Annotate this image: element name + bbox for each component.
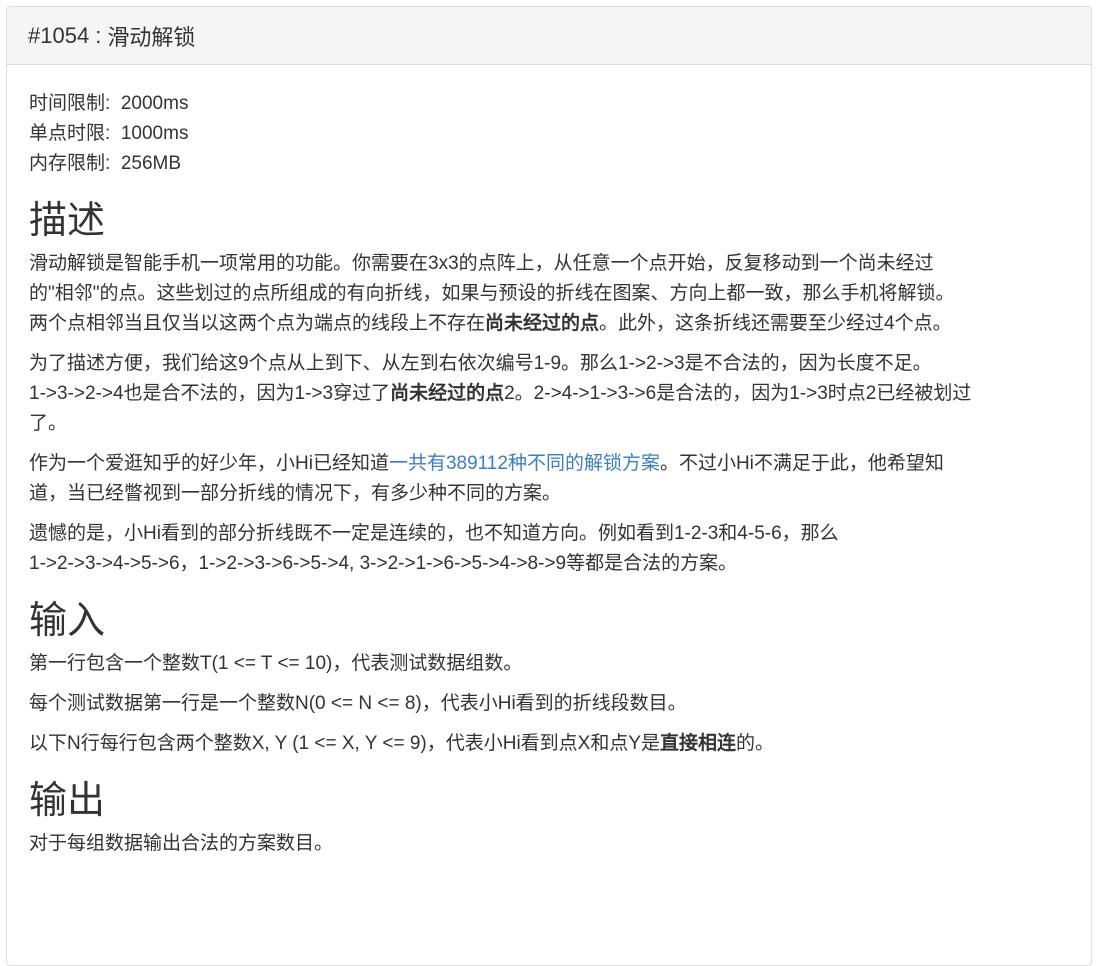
description-paragraph-4: 遗憾的是，小Hi看到的部分折线既不一定是连续的，也不知道方向。例如看到1-2-3… bbox=[29, 519, 1069, 579]
description-paragraph-2: 为了描述方便，我们给这9个点从上到下、从左到右依次编号1-9。那么1->2->3… bbox=[29, 349, 1069, 439]
panel-heading: #1054 : 滑动解锁 bbox=[7, 7, 1091, 65]
desc-p3-line1a: 作为一个爱逛知乎的好少年，小Hi已经知道 bbox=[29, 453, 389, 474]
input-p3c: 的。 bbox=[736, 733, 775, 754]
output-paragraph-1: 对于每组数据输出合法的方案数目。 bbox=[29, 833, 334, 854]
desc-p2-line1: 为了描述方便，我们给这9个点从上到下、从左到右依次编号1-9。那么1->2->3… bbox=[29, 353, 932, 374]
output-heading: 输出 bbox=[29, 780, 106, 822]
single-limit-value: 1000ms bbox=[120, 123, 189, 144]
memory-limit-value: 256MB bbox=[120, 153, 182, 174]
input-paragraph-3: 以下N行每行包含两个整数X, Y (1 <= X, Y <= 9)，代表小Hi看… bbox=[29, 729, 1069, 759]
description-paragraph-1: 滑动解锁是智能手机一项常用的功能。你需要在3x3的点阵上，从任意一个点开始，反复… bbox=[29, 249, 1069, 339]
desc-p2-bold: 尚未经过的点 bbox=[390, 383, 505, 404]
desc-p2-line2c: 2。2->4->1->3->6是合法的，因为1->3时点2已经被划过 bbox=[504, 383, 972, 404]
input-p3-bold: 直接相连 bbox=[660, 733, 737, 754]
single-limit-label: 单点时限: bbox=[29, 123, 111, 144]
memory-limit-label: 内存限制: bbox=[29, 153, 111, 174]
time-limit: 时间限制: 2000ms bbox=[29, 89, 1069, 119]
problem-id: #1054 bbox=[28, 22, 90, 48]
desc-p1-line2: 的"相邻"的点。这些划过的点所组成的有向折线，如果与预设的折线在图案、方向上都一… bbox=[29, 283, 955, 304]
desc-p1-line1: 滑动解锁是智能手机一项常用的功能。你需要在3x3的点阵上，从任意一个点开始，反复… bbox=[29, 253, 934, 274]
description-paragraph-3: 作为一个爱逛知乎的好少年，小Hi已经知道一共有389112种不同的解锁方案。不过… bbox=[29, 449, 1069, 509]
problem-title: 滑动解锁 bbox=[107, 24, 196, 50]
desc-p2-line3: 了。 bbox=[29, 413, 68, 434]
memory-limit: 内存限制: 256MB bbox=[29, 149, 1069, 179]
desc-p1-line3a: 两个点相邻当且仅当以这两个点为端点的线段上不存在 bbox=[29, 313, 486, 334]
panel-body: 时间限制: 2000ms 单点时限: 1000ms 内存限制: 256MB 描述… bbox=[7, 65, 1091, 859]
desc-p4-line2: 1->2->3->4->5->6，1->2->3->6->5->4, 3->2-… bbox=[29, 553, 738, 574]
time-limit-label: 时间限制: bbox=[29, 93, 111, 114]
input-p3a: 以下N行每行包含两个整数X, Y (1 <= X, Y <= 9)，代表小Hi看… bbox=[29, 733, 661, 754]
unlock-count-link[interactable]: 一共有389112种不同的解锁方案 bbox=[389, 453, 660, 474]
desc-p1-bold: 尚未经过的点 bbox=[485, 313, 600, 334]
title-separator: : bbox=[95, 22, 102, 48]
input-heading: 输入 bbox=[29, 600, 106, 642]
input-paragraph-1: 第一行包含一个整数T(1 <= T <= 10)，代表测试数据组数。 bbox=[29, 653, 523, 674]
time-limit-value: 2000ms bbox=[120, 93, 189, 114]
desc-p1-line3c: 。此外，这条折线还需要至少经过4个点。 bbox=[599, 313, 952, 334]
description-heading: 描述 bbox=[29, 200, 106, 242]
input-paragraph-2: 每个测试数据第一行是一个整数N(0 <= N <= 8)，代表小Hi看到的折线段… bbox=[29, 693, 687, 714]
desc-p4-line1: 遗憾的是，小Hi看到的部分折线既不一定是连续的，也不知道方向。例如看到1-2-3… bbox=[29, 523, 839, 544]
desc-p3-line1b: 。不过小Hi不满足于此，他希望知 bbox=[659, 453, 944, 474]
desc-p3-line2: 道，当已经瞥视到一部分折线的情况下，有多少种不同的方案。 bbox=[29, 483, 562, 504]
desc-p2-line2a: 1->3->2->4也是合不法的，因为1->3穿过了 bbox=[29, 383, 391, 404]
problem-panel: #1054 : 滑动解锁 时间限制: 2000ms 单点时限: 1000ms 内… bbox=[6, 6, 1092, 966]
single-limit: 单点时限: 1000ms bbox=[29, 119, 1069, 149]
limits-block: 时间限制: 2000ms 单点时限: 1000ms 内存限制: 256MB bbox=[29, 89, 1069, 179]
